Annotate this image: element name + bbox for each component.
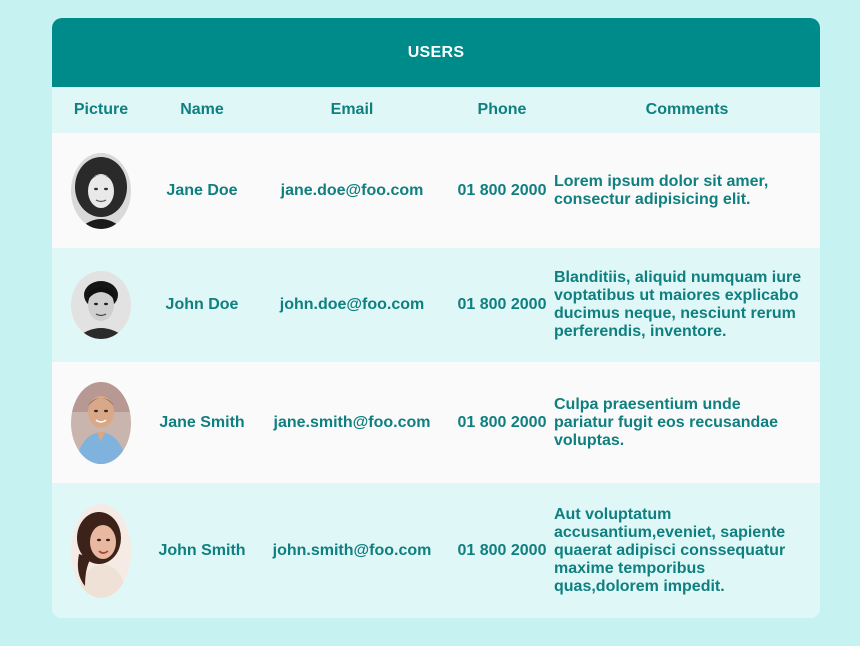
email-cell[interactable]: jane.doe@foo.com <box>254 133 450 248</box>
column-header-picture[interactable]: Picture <box>52 87 150 133</box>
comment-cell: Culpa praesentium unde pariatur fugit eo… <box>554 395 779 449</box>
name-cell: Jane Doe <box>166 181 238 199</box>
table-title: USERS <box>52 18 820 87</box>
user-avatar <box>71 503 131 598</box>
phone-cell: 01 800 2000 <box>457 413 547 431</box>
column-header-phone[interactable]: Phone <box>450 87 554 133</box>
email-cell[interactable]: jane.smith@foo.com <box>254 362 450 483</box>
name-cell: John Smith <box>158 541 246 559</box>
column-header-name[interactable]: Name <box>150 87 254 133</box>
name-cell: John Doe <box>165 296 239 313</box>
table-row[interactable]: Jane Smith jane.smith@foo.com 01 800 200… <box>52 362 820 483</box>
email-cell[interactable]: john.smith@foo.com <box>254 483 450 618</box>
picture-cell <box>52 133 150 248</box>
email-cell[interactable]: john.doe@foo.com <box>254 248 450 362</box>
picture-cell <box>52 362 150 483</box>
portrait-man-blue-shirt <box>71 381 131 464</box>
phone-cell: 01 800 2000 <box>457 296 547 313</box>
users-table-card: USERS Picture Name Email Phone Comments <box>52 18 820 618</box>
user-avatar <box>71 152 131 229</box>
picture-cell <box>52 483 150 618</box>
phone-cell: 01 800 2000 <box>457 181 547 199</box>
portrait-man-dark-hair-bw <box>71 271 131 339</box>
column-header-email[interactable]: Email <box>254 87 450 133</box>
phone-cell: 01 800 2000 <box>457 541 547 559</box>
table-row[interactable]: Jane Doe jane.doe@foo.com 01 800 2000 Lo… <box>52 133 820 248</box>
picture-cell <box>52 248 150 362</box>
users-table: Picture Name Email Phone Comments Jane D… <box>52 87 820 618</box>
user-avatar <box>71 381 131 464</box>
comment-cell: Aut voluptatum accusantium,eveniet, sapi… <box>554 505 786 595</box>
comment-cell: Blanditiis, aliquid numquam iure voptati… <box>554 269 802 340</box>
table-header-row: Picture Name Email Phone Comments <box>52 87 820 133</box>
name-cell: Jane Smith <box>159 413 245 431</box>
portrait-woman-dark-hair <box>71 503 131 598</box>
portrait-woman-curly-hair-bw <box>71 152 131 229</box>
table-row[interactable]: John Smith john.smith@foo.com 01 800 200… <box>52 483 820 618</box>
column-header-comments[interactable]: Comments <box>554 87 820 133</box>
comment-cell: Lorem ipsum dolor sit amer, consectur ad… <box>554 172 769 208</box>
table-row[interactable]: John Doe john.doe@foo.com 01 800 2000 Bl… <box>52 248 820 362</box>
user-avatar <box>71 271 131 339</box>
